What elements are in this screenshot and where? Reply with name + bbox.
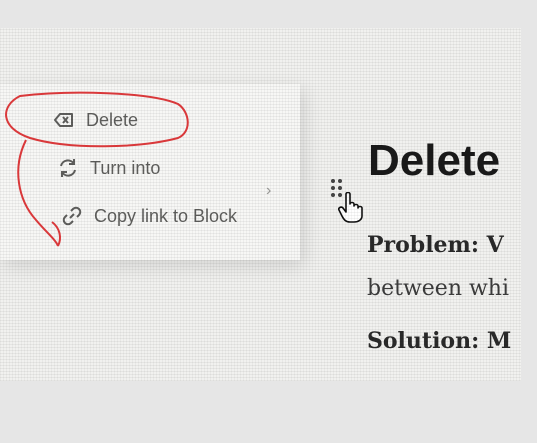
chevron-right-icon: › [266, 182, 272, 199]
screenshot-photo: Delete Turn into › Copy link to Block De… [0, 28, 521, 381]
hand-pointer-cursor-icon [338, 191, 364, 224]
refresh-icon [56, 156, 80, 180]
problem-text: between whi [367, 276, 510, 301]
menu-item-label: Turn into [90, 157, 161, 178]
menu-item-turn-into[interactable]: Turn into [56, 156, 160, 180]
problem-label: Problem: V [367, 232, 504, 258]
delete-backspace-icon [52, 108, 76, 132]
solution-label: Solution: M [367, 328, 512, 354]
menu-item-label: Delete [86, 109, 139, 130]
menu-item-copy-link[interactable]: Copy link to Block [60, 204, 237, 228]
block-heading[interactable]: Delete [368, 136, 500, 186]
menu-item-label: Copy link to Block [94, 205, 238, 226]
menu-item-delete[interactable]: Delete [52, 108, 138, 132]
link-icon [60, 204, 84, 228]
